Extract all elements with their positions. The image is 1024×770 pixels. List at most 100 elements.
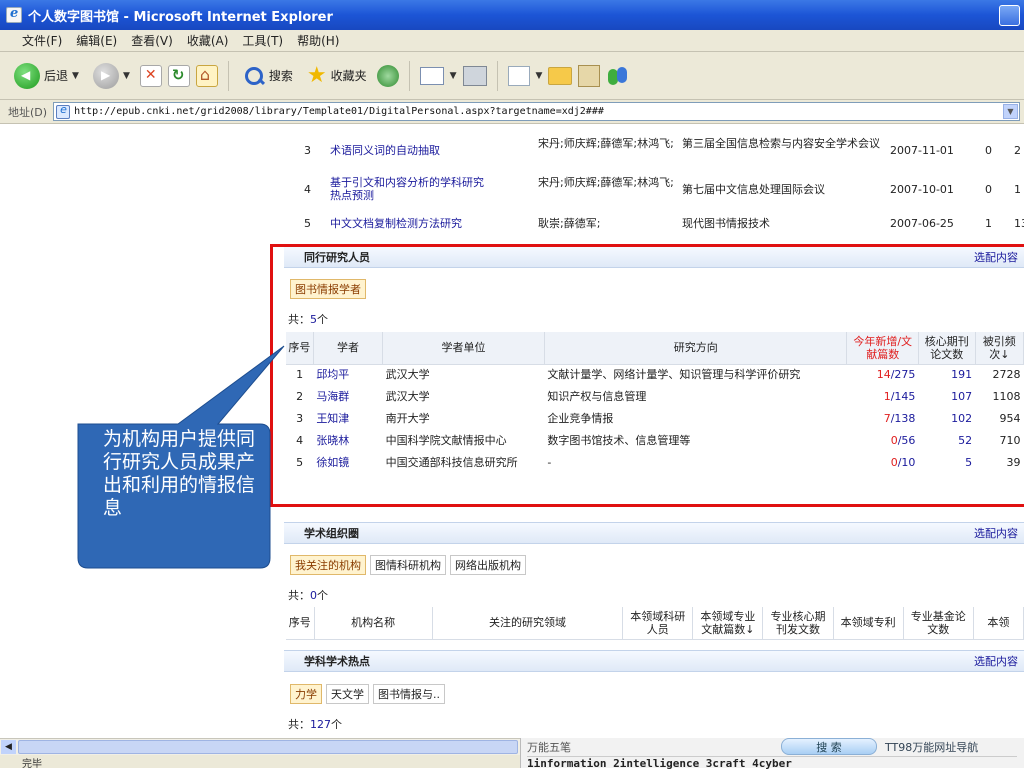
paper-date: 2007-06-25 <box>890 217 954 230</box>
col-header[interactable]: 本领域科研人员 <box>622 607 694 640</box>
col-header[interactable]: 专业核心期刊发文数 <box>762 607 834 640</box>
paper-title-link[interactable]: 术语同义词的自动抽取 <box>330 144 490 157</box>
paper-row: 4 基于引文和内容分析的学科研究热点预测 宋丹;师庆辉;薛德军;林鸿飞; 第七届… <box>284 176 1024 206</box>
address-label: 地址(D) <box>8 105 48 119</box>
paper-venue: 现代图书情报技术 <box>682 217 770 230</box>
media-icon[interactable] <box>376 64 399 87</box>
tab-mechanics[interactable]: 力学 <box>290 684 322 704</box>
tab-library-info[interactable]: 图书情报与.. <box>373 684 445 704</box>
col-header: 序号 <box>286 607 315 640</box>
tab-astronomy[interactable]: 天文学 <box>326 684 369 704</box>
paper-authors: 宋丹;师庆辉;薛德军;林鸿飞; <box>538 137 674 150</box>
menu-favorites[interactable]: 收藏(A) <box>187 32 229 49</box>
col-header[interactable]: 本领域专利 <box>833 607 904 640</box>
home-icon[interactable] <box>195 64 218 87</box>
chevron-down-icon[interactable]: ▼ <box>1003 104 1018 119</box>
messenger-icon[interactable] <box>606 65 630 87</box>
menu-help[interactable]: 帮助(H) <box>297 32 339 49</box>
tab-my-orgs[interactable]: 我关注的机构 <box>290 555 366 575</box>
paper-num: 4 <box>304 183 311 196</box>
title-bar: 个人数字图书馆 - Microsoft Internet Explorer <box>0 0 1024 30</box>
orgs-config-link[interactable]: 选配内容 <box>974 525 1018 541</box>
count-suffix: 个 <box>331 718 342 731</box>
col-header[interactable]: 本领域专业文献篇数↓ <box>692 607 764 640</box>
paper-authors: 耿崇;薛德军; <box>538 217 601 230</box>
address-input[interactable]: http://epub.cnki.net/grid2008/library/Te… <box>53 102 1020 121</box>
chevron-down-icon[interactable]: ▼ <box>123 71 130 81</box>
count-prefix: 共： <box>288 718 310 731</box>
paper-row: 3 术语同义词的自动抽取 宋丹;师庆辉;薛德军;林鸿飞; 第三届全国信息检索与内… <box>284 137 1024 167</box>
refresh-icon[interactable] <box>167 64 190 87</box>
star-icon: ★ <box>306 62 327 88</box>
menu-tools[interactable]: 工具(T) <box>242 32 283 49</box>
count-value: 127 <box>310 718 331 731</box>
forward-icon <box>92 62 119 89</box>
toolbar-separator <box>496 60 498 91</box>
toolbar: 后退 ▼ ▼ 搜索 ★ 收藏夹 ▼ ▼ <box>0 52 1024 100</box>
orgs-count: 共：0个 <box>288 587 328 603</box>
paper-title-link[interactable]: 中文文档复制检测方法研究 <box>330 217 490 230</box>
paper-count: 0 <box>985 183 992 196</box>
hotspots-config-link[interactable]: 选配内容 <box>974 653 1018 669</box>
search-label: 搜索 <box>268 69 293 83</box>
callout-text: 为机构用户提供同行研究人员成果产出和利用的情报信息 <box>103 428 256 519</box>
status-text: 完毕 <box>22 759 42 770</box>
table-header-row: 序号 机构名称 关注的研究领域 本领域科研人员 本领域专业文献篇数↓ 专业核心期… <box>286 607 1024 640</box>
paper-cited: 1 <box>1014 183 1021 196</box>
highlight-box <box>270 244 1024 507</box>
page-icon <box>56 103 71 119</box>
back-label: 后退 <box>44 69 69 83</box>
scroll-left-icon[interactable]: ◀ <box>1 740 16 754</box>
tab-publishing-orgs[interactable]: 网络出版机构 <box>450 555 526 575</box>
paper-row: 5 中文文档复制检测方法研究 耿崇;薛德军; 现代图书情报技术 2007-06-… <box>284 217 1024 233</box>
hotspots-count: 共：127个 <box>288 716 342 732</box>
search-button[interactable]: 搜索 <box>239 63 297 89</box>
chevron-down-icon[interactable]: ▼ <box>450 71 457 81</box>
research-icon[interactable] <box>578 64 601 87</box>
col-header[interactable]: 专业基金论文数 <box>903 607 974 640</box>
address-bar: 地址(D) http://epub.cnki.net/grid2008/libr… <box>0 100 1024 124</box>
count-suffix: 个 <box>317 589 328 602</box>
print-icon[interactable] <box>462 65 487 86</box>
menu-file[interactable]: 文件(F) <box>22 32 62 49</box>
search-icon <box>243 65 265 87</box>
mail-icon[interactable] <box>419 66 444 85</box>
window-control-button[interactable] <box>999 5 1020 26</box>
edit-icon[interactable] <box>507 65 530 86</box>
menu-edit[interactable]: 编辑(E) <box>76 32 117 49</box>
paper-date: 2007-10-01 <box>890 183 954 196</box>
ime-nav-link[interactable]: TT98万能网址导航 <box>885 739 978 755</box>
folder-icon[interactable] <box>548 66 573 85</box>
stop-icon[interactable] <box>139 64 162 87</box>
ime-name: 万能五笔 <box>527 741 571 754</box>
orgs-title: 学术组织圈 <box>304 527 359 540</box>
toolbar-separator <box>227 60 229 91</box>
forward-button[interactable]: ▼ <box>89 61 134 91</box>
paper-date: 2007-11-01 <box>890 144 954 157</box>
paper-cited: 2 <box>1014 144 1021 157</box>
hotspots-title: 学科学术热点 <box>304 655 370 668</box>
toolbar-separator <box>408 60 410 91</box>
window-title: 个人数字图书馆 - Microsoft Internet Explorer <box>28 9 333 25</box>
paper-count: 1 <box>985 217 992 230</box>
paper-count: 0 <box>985 144 992 157</box>
hotspots-panel-header: 学科学术热点 选配内容 <box>284 650 1024 672</box>
horizontal-scrollbar[interactable]: ◀ <box>0 738 524 755</box>
address-url[interactable]: http://epub.cnki.net/grid2008/library/Te… <box>74 106 604 117</box>
menu-view[interactable]: 查看(V) <box>131 32 173 49</box>
chevron-down-icon[interactable]: ▼ <box>72 71 79 81</box>
ime-search-button[interactable]: 搜 索 <box>781 738 877 755</box>
favorites-button[interactable]: ★ 收藏夹 <box>303 63 371 89</box>
orgs-table: 序号 机构名称 关注的研究领域 本领域科研人员 本领域专业文献篇数↓ 专业核心期… <box>286 607 1024 640</box>
menu-bar: 文件(F) 编辑(E) 查看(V) 收藏(A) 工具(T) 帮助(H) <box>0 30 1024 52</box>
tab-library-orgs[interactable]: 图情科研机构 <box>370 555 446 575</box>
count-prefix: 共： <box>288 589 310 602</box>
paper-title-link[interactable]: 基于引文和内容分析的学科研究热点预测 <box>330 176 490 202</box>
scroll-thumb[interactable] <box>18 740 518 754</box>
ime-toolbar: 万能五笔 搜 索 TT98万能网址导航 1information 2intell… <box>520 738 1024 770</box>
back-button[interactable]: 后退 ▼ <box>10 61 83 91</box>
col-header[interactable]: 本领 <box>973 607 1024 640</box>
hotspots-tabs: 力学 天文学 图书情报与.. <box>284 684 445 704</box>
paper-num: 3 <box>304 144 311 157</box>
chevron-down-icon[interactable]: ▼ <box>536 71 543 81</box>
